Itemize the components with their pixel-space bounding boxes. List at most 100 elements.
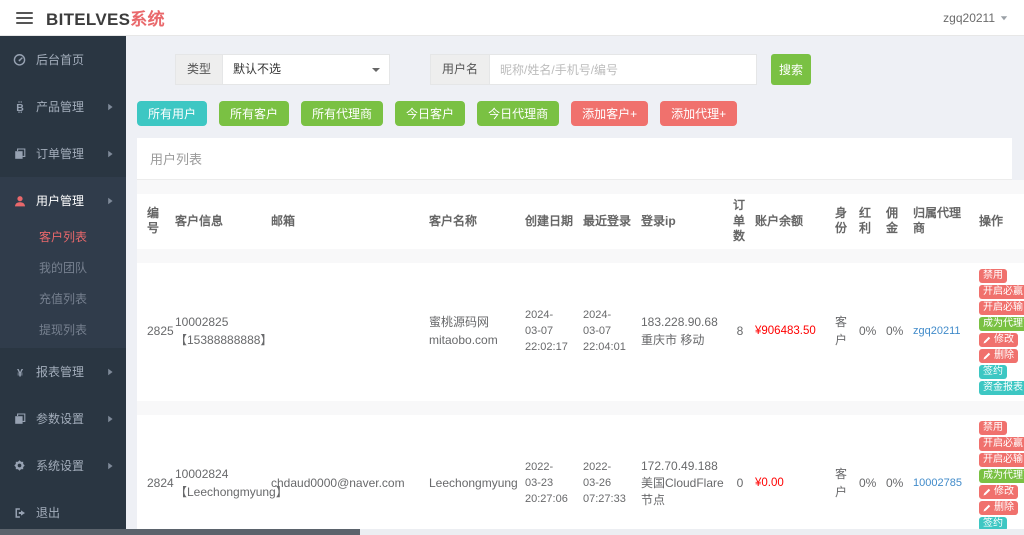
bitcoin-icon: B (12, 100, 27, 113)
main-content: 类型 默认不选 用户名 搜索 所有用户所有客户所有代理商今日客户今日代理商添加客… (126, 36, 1024, 535)
column-header: 账户余额 (751, 194, 831, 249)
enable-must-win-button[interactable]: 开启必赢 (979, 284, 1024, 299)
column-header: 客户名称 (425, 194, 521, 249)
sidebar-item-params[interactable]: 参数设置 (0, 398, 126, 439)
user-table: 编号 客户信息 邮箱 客户名称 创建日期 最近登录 登录ip 订单数 账户余额 身份 红利 佣金 归属代… (137, 180, 1024, 535)
sidebar-item-products[interactable]: B 产品管理 (0, 86, 126, 127)
column-header: 归属代理商 (909, 194, 975, 249)
pencil-icon (983, 488, 991, 496)
username-filter-group: 用户名 (430, 54, 758, 85)
cell-created: 2024- 03-07 22:02:17 (521, 262, 579, 401)
menu-toggle-icon[interactable] (16, 11, 33, 24)
search-button[interactable]: 搜索 (771, 54, 812, 85)
edit-button[interactable]: 修改 (979, 332, 1018, 347)
cell-id: 2825 (137, 262, 174, 401)
disable-button[interactable]: 禁用 (979, 268, 1007, 283)
action-label: 禁用 (983, 269, 1003, 281)
all-agents-button[interactable]: 所有代理商 (301, 101, 384, 126)
filter-bar: 类型 默认不选 用户名 搜索 (175, 54, 1012, 85)
username-label: zgq20211 (943, 10, 995, 25)
sidebar-item-recharge-list[interactable]: 充值列表 (0, 283, 126, 314)
enable-must-lose-button[interactable]: 开启必输 (979, 300, 1024, 315)
column-header: 创建日期 (521, 194, 579, 249)
sidebar-item-label: 订单管理 (36, 147, 85, 161)
user-dropdown[interactable]: zgq20211 (943, 11, 1008, 25)
enable-must-win-button[interactable]: 开启必赢 (979, 436, 1024, 451)
column-header: 最近登录 (579, 194, 637, 249)
pencil-icon (983, 504, 991, 512)
sidebar-group: 系统设置 (0, 442, 126, 489)
pencil-icon (983, 352, 991, 360)
topbar: BITELVES系统 zgq20211 (0, 0, 1024, 36)
column-header: 订单数 (729, 194, 751, 249)
funds-report-button[interactable]: 资金报表 (979, 380, 1024, 395)
cell-role: 客户 (831, 414, 855, 535)
scrollbar-thumb[interactable] (0, 529, 360, 535)
become-agent-button[interactable]: 成为代理商 (979, 468, 1024, 483)
action-label: 开启必输 (983, 453, 1023, 465)
delete-button[interactable]: 删除 (979, 500, 1018, 515)
sidebar-item-label: 退出 (36, 506, 61, 520)
column-header: 红利 (855, 194, 882, 249)
chevron-right-icon (107, 368, 114, 376)
sidebar-group: 订单管理 (0, 130, 126, 177)
disable-button[interactable]: 禁用 (979, 420, 1007, 435)
horizontal-scrollbar[interactable] (0, 529, 1024, 535)
cell-actions: 禁用开启必赢开启必输成为代理商修改删除签约资金报表 (975, 262, 1024, 401)
sidebar-group: 参数设置 (0, 395, 126, 442)
files-icon (12, 147, 27, 160)
user-icon (12, 195, 27, 207)
sidebar-item-my-team[interactable]: 我的团队 (0, 252, 126, 283)
brand-suffix: 系统 (130, 10, 165, 29)
edit-button[interactable]: 修改 (979, 484, 1018, 499)
sidebar-group: 后台首页 (0, 36, 126, 83)
sidebar-item-users[interactable]: 用户管理 (0, 180, 126, 221)
gear-icon (12, 459, 27, 472)
sidebar-item-reports[interactable]: ¥ 报表管理 (0, 351, 126, 392)
column-header: 身份 (831, 194, 855, 249)
all-customers-button[interactable]: 所有客户 (219, 101, 290, 126)
add-agent-button[interactable]: 添加代理+ (660, 101, 738, 126)
agent-link[interactable]: 10002785 (909, 414, 975, 535)
sidebar: 后台首页 B 产品管理 订单管理 用户管理 客户列表 我的团队 充值列表 提现列表 ¥ 报表管理 参数… (0, 36, 126, 535)
sidebar-item-withdraw-list[interactable]: 提现列表 (0, 314, 126, 345)
chevron-down-icon (372, 68, 381, 76)
delete-button[interactable]: 删除 (979, 348, 1018, 363)
sidebar-item-system[interactable]: 系统设置 (0, 445, 126, 486)
column-header: 邮箱 (267, 194, 425, 249)
cell-id: 2824 (137, 414, 174, 535)
action-label: 修改 (994, 333, 1014, 345)
sidebar-item-customer-list[interactable]: 客户列表 (0, 221, 126, 252)
type-select[interactable]: 默认不选 (222, 54, 391, 85)
agent-link[interactable]: zgq20211 (909, 262, 975, 401)
sidebar-item-orders[interactable]: 订单管理 (0, 133, 126, 174)
table-row: 2824 10002824 【Leechongmyung】 chdaud0000@n… (137, 414, 1024, 535)
add-customer-button[interactable]: 添加客户+ (571, 101, 649, 126)
user-list-panel: 用户列表 编号 客户信息 邮箱 客户名称 创建日期 最近登录 登录ip 订单数 账户余额 身份 红利… (137, 138, 1024, 535)
brand-name: BITELVES (46, 10, 131, 29)
sidebar-group: 用户管理 客户列表 我的团队 充值列表 提现列表 (0, 177, 126, 348)
sidebar-item-home[interactable]: 后台首页 (0, 39, 126, 80)
column-header: 编号 (137, 194, 171, 249)
sidebar-group: ¥ 报表管理 (0, 348, 126, 395)
panel-title: 用户列表 (137, 138, 1012, 180)
chevron-right-icon (107, 103, 114, 111)
enable-must-lose-button[interactable]: 开启必输 (979, 452, 1024, 467)
all-users-button[interactable]: 所有用户 (137, 101, 208, 126)
become-agent-button[interactable]: 成为代理商 (979, 316, 1024, 331)
cell-created: 2022- 03-23 20:27:06 (521, 414, 579, 535)
sidebar-item-logout[interactable]: 退出 (0, 492, 126, 533)
cell-name: Leechongmyung (425, 414, 521, 535)
today-agents-button[interactable]: 今日代理商 (477, 101, 560, 126)
action-label: 开启必输 (983, 301, 1023, 313)
sidebar-item-label: 系统设置 (36, 459, 85, 473)
action-label: 成为代理商 (983, 317, 1024, 329)
cell-orders: 8 (729, 262, 751, 401)
username-input[interactable] (489, 54, 758, 85)
sign-contract-button[interactable]: 签约 (979, 364, 1007, 379)
action-button-stack: 禁用开启必赢开启必输成为代理商修改删除签约资金报表 (979, 267, 1024, 397)
cell-email: chdaud0000@naver.com (267, 414, 425, 535)
sidebar-item-label: 报表管理 (36, 365, 85, 379)
today-customers-button[interactable]: 今日客户 (395, 101, 466, 126)
cell-balance: ¥906483.50 (751, 262, 831, 401)
